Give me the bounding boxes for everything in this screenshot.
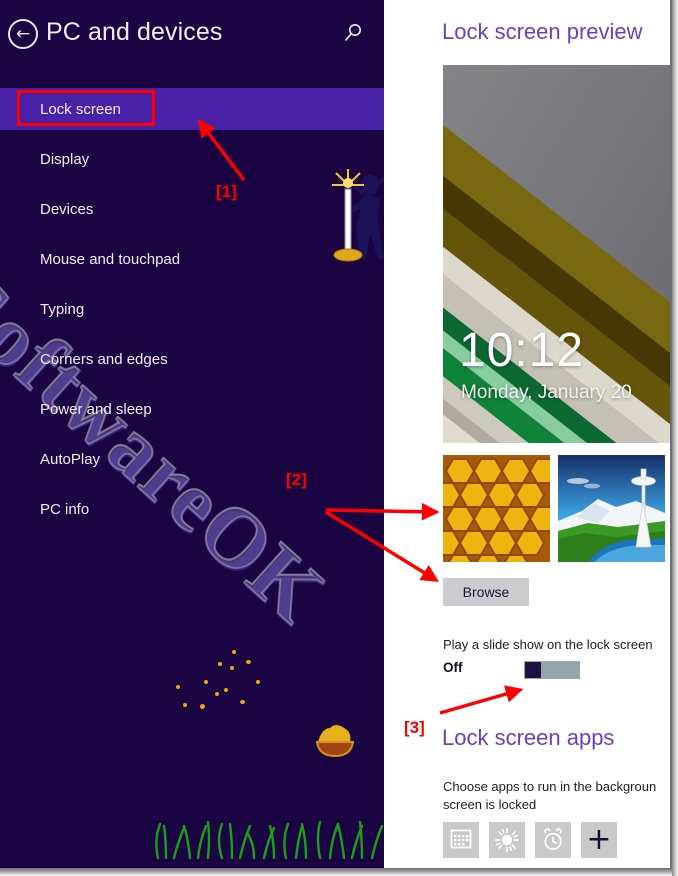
sidebar-item-typing[interactable]: Typing bbox=[0, 288, 384, 330]
sidebar-item-label: PC info bbox=[40, 500, 90, 518]
alarm-clock-icon bbox=[544, 828, 562, 851]
slideshow-label: Play a slide show on the lock screen bbox=[443, 637, 653, 652]
app-tile-calendar[interactable] bbox=[443, 822, 479, 858]
honeycomb-icon bbox=[443, 455, 550, 562]
lock-screen-apps-description: Choose apps to run in the backgroun scre… bbox=[443, 778, 670, 814]
sidebar-item-label: Display bbox=[40, 150, 90, 168]
sidebar-item-label: Corners and edges bbox=[40, 350, 168, 368]
calendar-icon bbox=[450, 829, 472, 849]
slideshow-toggle[interactable] bbox=[524, 661, 580, 679]
app-tile-alarm[interactable] bbox=[535, 822, 571, 858]
sidebar-item-display[interactable]: Display bbox=[0, 138, 384, 180]
back-arrow-icon[interactable]: ← bbox=[8, 19, 38, 49]
lock-screen-detail-pane: Lock screen preview 10:12 Monday, Januar… bbox=[384, 0, 672, 868]
weather-sun-icon bbox=[495, 828, 519, 852]
settings-navigation-pane: ← PC and devices SoftwareOK Lock screen … bbox=[0, 0, 384, 868]
space-needle-icon bbox=[558, 455, 665, 562]
sidebar-item-corners-and-edges[interactable]: Corners and edges bbox=[0, 338, 384, 380]
sidebar-item-label: Typing bbox=[40, 300, 85, 318]
lock-screen-apps-heading: Lock screen apps bbox=[442, 725, 615, 750]
sidebar-item-label: Mouse and touchpad bbox=[40, 250, 181, 268]
page-title: PC and devices bbox=[46, 18, 223, 46]
sidebar-item-label: Power and sleep bbox=[40, 400, 152, 418]
sidebar-item-mouse-and-touchpad[interactable]: Mouse and touchpad bbox=[0, 238, 384, 280]
wallpaper-thumbnail-honeycomb[interactable] bbox=[443, 455, 550, 562]
sidebar-item-devices[interactable]: Devices bbox=[0, 188, 384, 230]
lock-screen-highlight-box bbox=[17, 90, 155, 126]
lock-screen-preview-heading: Lock screen preview bbox=[442, 19, 643, 44]
window-right-shadow bbox=[672, 0, 678, 876]
toggle-knob bbox=[525, 662, 541, 678]
preview-clock-date: Monday, January 20 bbox=[461, 382, 632, 403]
annotation-marker-3: [3] bbox=[404, 718, 425, 737]
wallpaper-thumbnail-space-needle[interactable] bbox=[558, 455, 665, 562]
slideshow-toggle-state: Off bbox=[443, 660, 463, 675]
sidebar-item-pc-info[interactable]: PC info bbox=[0, 488, 384, 530]
sidebar-item-label: AutoPlay bbox=[40, 450, 101, 468]
sidebar-item-autoplay[interactable]: AutoPlay bbox=[0, 438, 384, 480]
lock-screen-preview-image[interactable]: 10:12 Monday, January 20 bbox=[443, 65, 670, 443]
search-icon[interactable] bbox=[342, 22, 364, 44]
sidebar-item-power-and-sleep[interactable]: Power and sleep bbox=[0, 388, 384, 430]
food-bowl-decoration bbox=[314, 720, 356, 760]
window-bottom-shadow bbox=[0, 868, 678, 876]
apps-desc-line-1: Choose apps to run in the backgroun bbox=[443, 779, 657, 794]
annotation-marker-2: [2] bbox=[286, 470, 307, 489]
sidebar-item-label: Devices bbox=[40, 200, 94, 218]
lock-screen-settings-screenshot: ← PC and devices SoftwareOK Lock screen … bbox=[0, 0, 678, 876]
grass-decoration bbox=[150, 810, 384, 860]
apps-desc-line-2: screen is locked bbox=[443, 797, 537, 812]
settings-nav-list: Lock screen Display Devices Mouse and to… bbox=[0, 88, 384, 538]
browse-button[interactable]: Browse bbox=[443, 578, 529, 606]
preview-clock-time: 10:12 bbox=[459, 324, 585, 377]
annotation-marker-1: [1] bbox=[216, 182, 237, 201]
app-tile-add[interactable]: + bbox=[581, 822, 617, 858]
app-tile-weather[interactable] bbox=[489, 822, 525, 858]
settings-header-bar: ← PC and devices bbox=[0, 0, 384, 68]
